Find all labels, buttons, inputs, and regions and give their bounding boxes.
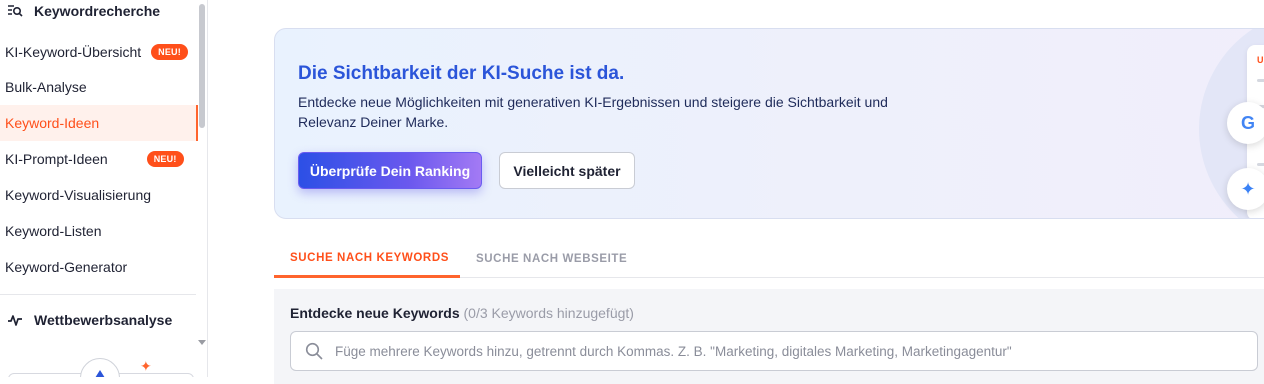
banner-title: Die Sichtbarkeit der KI-Suche ist da. <box>298 63 625 84</box>
sidebar-item-label: Keyword-Listen <box>5 223 102 239</box>
sparkle-icon: ✦ <box>140 358 152 374</box>
sidebar-item-keyword-visualisierung[interactable]: Keyword-Visualisierung <box>0 177 198 213</box>
pulse-icon <box>6 311 24 329</box>
search-label-text: Entdecke neue Keywords <box>290 305 460 321</box>
ai-star-icon: ✦ <box>1227 168 1264 210</box>
sidebar-item-keyword-ideen[interactable]: Keyword-Ideen <box>0 105 198 141</box>
search-tabs: SUCHE NACH KEYWORDS SUCHE NACH WEBSEITE <box>274 240 1264 278</box>
sidebar-item-keyword-listen[interactable]: Keyword-Listen <box>0 213 198 249</box>
new-badge: NEU! <box>146 151 184 167</box>
collapse-button[interactable] <box>80 358 120 377</box>
search-box[interactable] <box>290 331 1258 371</box>
sidebar-divider <box>0 294 196 295</box>
sidebar: Keywordrecherche KI-Keyword-Übersicht NE… <box>0 0 208 377</box>
ai-visibility-banner: U G ✦ Die Sichtbarkeit der KI-Suche ist … <box>274 28 1264 219</box>
sidebar-item-bulk-analyse[interactable]: Bulk-Analyse <box>0 69 198 105</box>
sidebar-item-ki-prompt-ideen[interactable]: KI-Prompt-Ideen NEU! <box>0 141 198 177</box>
keyword-search-panel: Entdecke neue Keywords (0/3 Keywords hin… <box>274 289 1264 384</box>
sidebar-item-label: Bulk-Analyse <box>5 79 87 95</box>
check-ranking-button[interactable]: Überprüfe Dein Ranking <box>298 152 482 189</box>
sidebar-item-label: Keyword-Generator <box>5 259 128 275</box>
google-icon: G <box>1227 102 1264 144</box>
section-competitor-analysis-label: Wettbewerbsanalyse <box>34 312 173 328</box>
keyword-count: (0/3 Keywords hinzugefügt) <box>463 305 634 321</box>
section-competitor-analysis[interactable]: Wettbewerbsanalyse <box>0 309 172 331</box>
sidebar-item-label: Keyword-Visualisierung <box>5 187 152 203</box>
keyword-search-input[interactable] <box>335 343 1235 359</box>
sidebar-item-keyword-generator[interactable]: Keyword-Generator <box>0 249 198 285</box>
section-keyword-research[interactable]: Keywordrecherche <box>0 0 160 22</box>
arrow-up-icon <box>95 370 105 377</box>
tab-search-by-keywords[interactable]: SUCHE NACH KEYWORDS <box>274 240 460 278</box>
sidebar-item-ki-keyword-uebersicht[interactable]: KI-Keyword-Übersicht NEU! <box>0 34 198 70</box>
banner-description: Entdecke neue Möglichkeiten mit generati… <box>298 94 888 130</box>
new-badge: NEU! <box>151 44 188 60</box>
scroll-down-arrow-icon[interactable] <box>198 340 206 345</box>
keyword-search-icon <box>6 2 24 20</box>
search-label: Entdecke neue Keywords (0/3 Keywords hin… <box>290 305 634 321</box>
tab-search-by-website[interactable]: SUCHE NACH WEBSEITE <box>476 240 627 278</box>
sidebar-item-label: Keyword-Ideen <box>5 115 100 131</box>
section-keyword-research-label: Keywordrecherche <box>34 3 161 19</box>
card-letter: U <box>1257 55 1264 65</box>
sidebar-item-label: KI-Prompt-Ideen <box>5 151 108 167</box>
sidebar-scrollbar[interactable] <box>199 4 205 128</box>
maybe-later-button[interactable]: Vielleicht später <box>499 152 635 189</box>
sidebar-item-label: KI-Keyword-Übersicht <box>5 44 142 60</box>
search-icon <box>305 342 323 360</box>
